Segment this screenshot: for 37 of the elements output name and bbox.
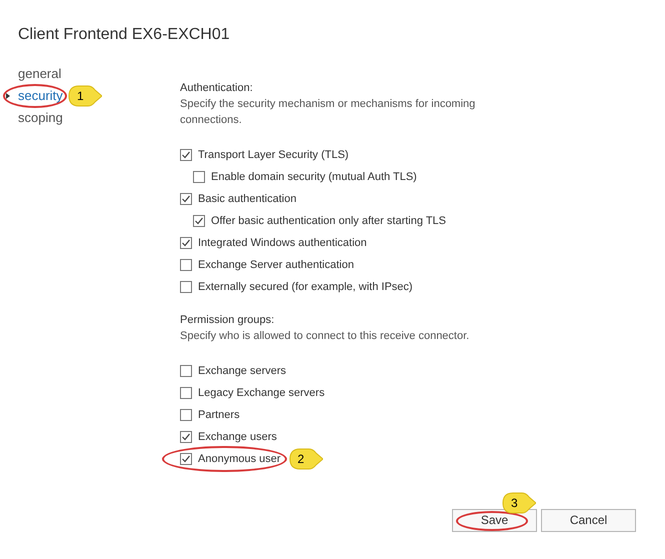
selected-arrow-icon [6,93,10,99]
checkbox-label: Partners [198,408,240,423]
checkbox-label: Transport Layer Security (TLS) [198,148,349,163]
checkbox[interactable] [180,453,192,465]
checkbox-label: Exchange users [198,430,277,445]
checkbox-label: Enable domain security (mutual Auth TLS) [211,170,417,185]
section-description: Specify who is allowed to connect to this receive connector. [180,329,470,344]
checkbox[interactable] [180,149,192,161]
nav-item[interactable]: security [18,86,63,106]
checkbox-label: Exchange Server authentication [198,258,354,273]
dialog-title: Client Frontend EX6-EXCH01 [18,25,230,45]
checkbox[interactable] [180,259,192,271]
checkbox[interactable] [180,387,192,399]
checkbox-label: Externally secured (for example, with IPsec) [198,280,413,295]
checkbox[interactable] [180,193,192,205]
checkbox[interactable] [180,431,192,443]
checkbox[interactable] [180,237,192,249]
checkbox-label: Offer basic authentication only after starting TLS [211,214,446,229]
checkbox[interactable] [193,215,205,227]
nav-item[interactable]: scoping [18,108,63,128]
checkbox-label: Anonymous user [198,452,281,467]
checkbox-label: Legacy Exchange servers [198,386,325,401]
checkbox[interactable] [180,409,192,421]
checkbox-label: Integrated Windows authentication [198,236,367,251]
section-heading: Permission groups: [180,313,276,328]
callout-badge: 2 [288,448,323,470]
checkbox[interactable] [180,365,192,377]
checkbox-label: Basic authentication [198,192,296,207]
dialog-button[interactable]: Cancel [541,508,636,532]
callout-badge: 3 [502,492,536,514]
checkbox-label: Exchange servers [198,364,286,379]
checkbox[interactable] [193,171,205,183]
section-description: Specify the security mechanism or mechanisms for incoming connections. [180,97,476,128]
checkbox[interactable] [180,281,192,293]
callout-badge: 1 [68,85,102,107]
section-heading: Authentication: [180,81,254,96]
nav-item[interactable]: general [18,64,62,84]
